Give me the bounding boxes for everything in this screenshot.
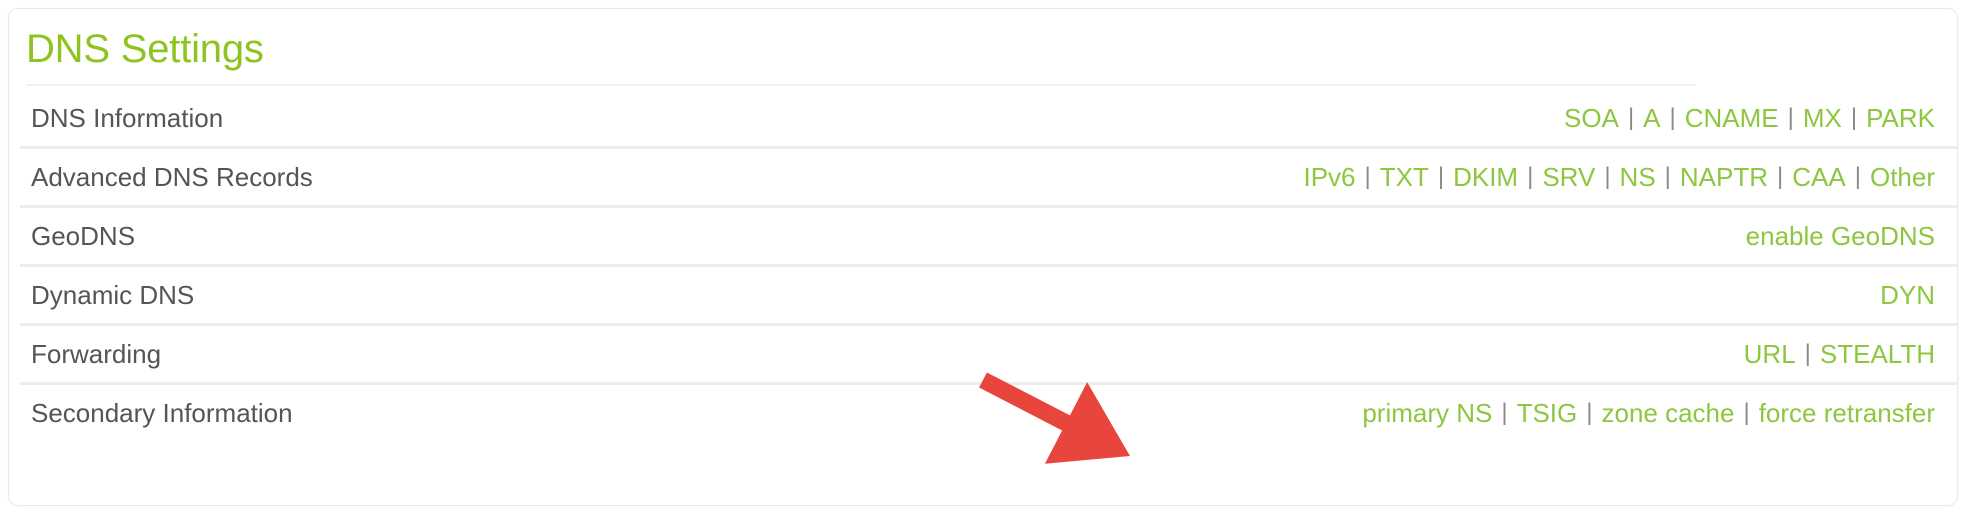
row-label: Advanced DNS Records — [31, 162, 313, 192]
link-primary-ns[interactable]: primary NS — [1362, 396, 1492, 430]
link-zone-cache[interactable]: zone cache — [1601, 396, 1734, 430]
link-tsig[interactable]: TSIG — [1517, 396, 1578, 430]
link-separator: | — [1627, 104, 1635, 131]
link-separator: | — [1664, 163, 1671, 190]
title-divider — [26, 84, 1696, 86]
link-separator: | — [1743, 399, 1750, 426]
link-separator: | — [1364, 163, 1371, 190]
link-separator: | — [1586, 399, 1593, 426]
link-stealth[interactable]: STEALTH — [1820, 337, 1935, 371]
link-enable-geodns[interactable]: enable GeoDNS — [1746, 219, 1935, 253]
link-other[interactable]: Other — [1870, 160, 1935, 194]
link-naptr[interactable]: NAPTR — [1680, 160, 1768, 194]
link-separator: | — [1854, 163, 1861, 190]
link-txt[interactable]: TXT — [1380, 160, 1429, 194]
row-links: DYN — [1880, 278, 1935, 312]
link-dyn[interactable]: DYN — [1880, 278, 1935, 312]
row-label: Secondary Information — [31, 398, 293, 428]
settings-row: Advanced DNS Records IPv6 | TXT | DKIM | SRV | NS… — [9, 151, 1957, 203]
link-caa[interactable]: CAA — [1792, 160, 1845, 194]
link-separator: | — [1669, 104, 1676, 131]
row-links: primary NS | TSIG | zone cache | force retrans… — [1362, 396, 1935, 430]
link-force-retransfer[interactable]: force retransfer — [1759, 396, 1935, 430]
link-srv[interactable]: SRV — [1542, 160, 1595, 194]
dns-settings-card: DNS Settings DNS Information SOA | A | CNAME |… — [8, 8, 1958, 506]
row-divider — [9, 203, 1957, 210]
row-label: Forwarding — [31, 339, 162, 369]
dns-settings-page: DNS Settings DNS Information SOA | A | CNAME |… — [0, 0, 1968, 516]
row-links: URL | STEALTH — [1744, 337, 1935, 371]
settings-row: Forwarding URL | STEALTH — [9, 328, 1957, 380]
link-separator: | — [1604, 163, 1611, 190]
row-links: IPv6 | TXT | DKIM | SRV | NS | NAPTR | CAA | Other — [1303, 160, 1935, 194]
link-separator: | — [1804, 340, 1811, 367]
link-separator: | — [1527, 163, 1534, 190]
row-divider — [9, 262, 1957, 269]
link-mx[interactable]: MX — [1803, 101, 1842, 135]
row-divider — [9, 380, 1957, 387]
link-separator: | — [1787, 104, 1794, 131]
row-label: Dynamic DNS — [31, 280, 195, 310]
settings-row: DNS Information SOA | A | CNAME | MX | PARK — [9, 92, 1957, 144]
link-cname[interactable]: CNAME — [1685, 101, 1779, 135]
link-separator: | — [1437, 163, 1445, 190]
link-separator: | — [1501, 399, 1508, 426]
settings-row: GeoDNS enable GeoDNS — [9, 210, 1957, 262]
row-links: enable GeoDNS — [1746, 219, 1935, 253]
link-ipv6[interactable]: IPv6 — [1303, 160, 1355, 194]
row-divider — [9, 144, 1957, 151]
link-separator: | — [1777, 163, 1784, 190]
link-url[interactable]: URL — [1744, 337, 1796, 371]
link-park[interactable]: PARK — [1866, 101, 1935, 135]
page-title: DNS Settings — [26, 27, 264, 71]
dns-settings-rows: DNS Information SOA | A | CNAME | MX | PARK Advanc… — [9, 92, 1957, 439]
link-ns[interactable]: NS — [1620, 160, 1656, 194]
link-separator: | — [1850, 104, 1858, 131]
link-dkim[interactable]: DKIM — [1453, 160, 1518, 194]
settings-row: Dynamic DNS DYN — [9, 269, 1957, 321]
link-soa[interactable]: SOA — [1564, 101, 1619, 135]
settings-row: Secondary Information primary NS | TSIG | zon… — [9, 387, 1957, 439]
row-divider — [9, 321, 1957, 328]
row-label: DNS Information — [31, 103, 224, 133]
link-a[interactable]: A — [1643, 101, 1660, 135]
row-links: SOA | A | CNAME | MX | PARK — [1564, 101, 1935, 135]
row-label: GeoDNS — [31, 221, 136, 251]
